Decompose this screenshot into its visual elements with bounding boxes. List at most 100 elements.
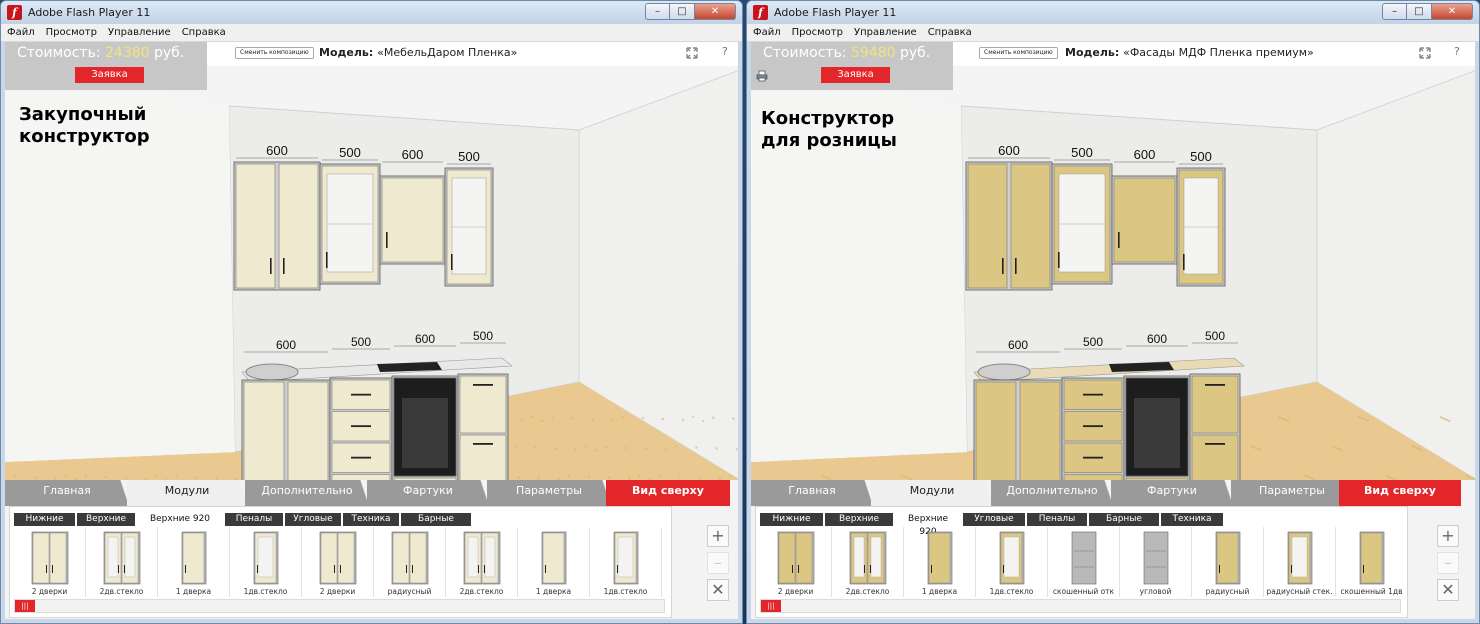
minimize-button[interactable]: –: [645, 3, 670, 20]
remove-module-button[interactable]: –: [1437, 552, 1459, 574]
top-view-button[interactable]: Вид сверху: [606, 480, 730, 506]
model-info: Модель: «МебельДаром Пленка»: [319, 46, 517, 59]
cost-display: Стоимость: 24380 руб.: [17, 45, 184, 61]
module-thumbnail-label: 1дв.стекло: [243, 587, 288, 596]
delete-module-button[interactable]: ✕: [707, 579, 729, 601]
tab-params[interactable]: Параметры: [487, 480, 611, 506]
lower-dimension-label: 600: [415, 332, 435, 346]
subtab-module-category[interactable]: Верхние 920: [895, 513, 961, 537]
minimize-button[interactable]: –: [1382, 3, 1407, 20]
help-icon[interactable]: ?: [1454, 45, 1460, 58]
subtab-module-category[interactable]: Барные стойки: [1089, 513, 1159, 537]
module-thumbnail[interactable]: 2дв.стекло: [832, 527, 904, 597]
module-thumbnail-icon: [391, 531, 428, 585]
module-thumbnail[interactable]: 2дв.стекло: [86, 527, 158, 597]
caption-line: Конструктор: [761, 108, 895, 129]
module-thumbnail[interactable]: радиусный: [1192, 527, 1264, 597]
module-thumbnail[interactable]: 1дв.стекло: [976, 527, 1048, 597]
tab-main[interactable]: Главная: [751, 480, 873, 506]
subtab-module-category[interactable]: Верхние 720: [825, 513, 893, 537]
module-thumbnail[interactable]: 1дв.стекло: [230, 527, 302, 597]
print-icon[interactable]: [756, 70, 768, 82]
menu-item-file[interactable]: Файл: [7, 27, 35, 38]
menu-item-control[interactable]: Управление: [108, 27, 171, 38]
delete-module-button[interactable]: ✕: [1437, 579, 1459, 601]
app-content: 600 500 600 500 600 500 600 500 Конструктор для р…: [751, 42, 1475, 619]
fullscreen-icon[interactable]: [686, 47, 698, 59]
module-thumbnail[interactable]: 2 дверки: [302, 527, 374, 597]
subtab-module-category[interactable]: Угловые: [963, 513, 1025, 526]
menu-item-file[interactable]: Файл: [753, 27, 781, 38]
subtab-module-category[interactable]: Угловые: [285, 513, 341, 526]
menu-item-view[interactable]: Просмотр: [792, 27, 843, 38]
module-thumbnail-label: 2 дверки: [319, 587, 356, 596]
module-thumbnail[interactable]: 2дв.стекло: [446, 527, 518, 597]
menu-item-help[interactable]: Справка: [928, 27, 972, 38]
module-thumbnail[interactable]: 2 дверки: [14, 527, 86, 597]
tab-params[interactable]: Параметры: [1231, 480, 1353, 506]
change-composition-button[interactable]: Сменить композицию: [235, 47, 314, 59]
module-thumbnail-icon: [999, 531, 1024, 585]
tab-modules[interactable]: Модули: [127, 480, 247, 506]
tab-extra[interactable]: Дополнительно: [991, 480, 1113, 506]
model-value: «МебельДаром Пленка»: [377, 46, 518, 59]
module-thumbnail[interactable]: скошенный отк: [1048, 527, 1120, 597]
maximize-button[interactable]: □: [670, 3, 695, 20]
thumbnails-scrollbar[interactable]: |||: [760, 599, 1401, 613]
module-thumbnail-icon: [541, 531, 566, 585]
tab-modules[interactable]: Модули: [871, 480, 993, 506]
module-thumbnail[interactable]: 1 дверка: [904, 527, 976, 597]
module-thumbnail[interactable]: радиусный стек.: [1264, 527, 1336, 597]
cost-currency: руб.: [895, 45, 931, 61]
module-thumbnail[interactable]: 1 дверка: [518, 527, 590, 597]
module-thumbnail-label: 1дв.стекло: [989, 587, 1034, 596]
add-module-button[interactable]: +: [707, 525, 729, 547]
app-content: 600 500 600 500 600 500 600 500 Закупочный констр…: [5, 42, 738, 619]
order-button[interactable]: Заявка: [75, 67, 144, 83]
module-thumbnails: 2 дверки 2дв.стекло 1 дверка 1дв.стекло скош…: [760, 527, 1403, 597]
lower-dimension-label: 500: [473, 329, 493, 343]
subtab-module-category[interactable]: Барные стойки: [401, 513, 471, 537]
module-thumbnail[interactable]: угловой: [1120, 527, 1192, 597]
module-thumbnail-label: угловой: [1139, 587, 1172, 596]
subtab-module-category[interactable]: Верхние 920: [137, 513, 223, 526]
lower-dimension-label: 600: [1147, 332, 1167, 346]
change-composition-button[interactable]: Сменить композицию: [979, 47, 1058, 59]
subtab-module-category[interactable]: Нижние: [14, 513, 75, 526]
module-thumbnail[interactable]: 2 дверки: [760, 527, 832, 597]
subtab-module-category[interactable]: Техника: [1161, 513, 1223, 526]
remove-module-button[interactable]: –: [707, 552, 729, 574]
maximize-button[interactable]: □: [1407, 3, 1432, 20]
tab-extra[interactable]: Дополнительно: [245, 480, 369, 506]
subtab-module-category[interactable]: Пеналы: [1027, 513, 1087, 526]
fullscreen-icon[interactable]: [1419, 47, 1431, 59]
add-module-button[interactable]: +: [1437, 525, 1459, 547]
module-thumbnail[interactable]: 1дв.стекло: [590, 527, 662, 597]
module-category-tabs: НижниеВерхние 720Верхние 920УгловыеПенал…: [760, 513, 1225, 537]
close-window-button[interactable]: ✕: [1432, 3, 1473, 20]
subtab-module-category[interactable]: Верхние 720: [77, 513, 135, 537]
menu-item-view[interactable]: Просмотр: [46, 27, 97, 38]
menu-item-help[interactable]: Справка: [182, 27, 226, 38]
module-thumbnail[interactable]: 1 дверка: [158, 527, 230, 597]
help-icon[interactable]: ?: [722, 45, 728, 58]
module-thumbnail-label: 2 дверки: [31, 587, 68, 596]
close-window-button[interactable]: ✕: [695, 3, 736, 20]
module-thumbnail-label: 2дв.стекло: [99, 587, 144, 596]
scrollbar-thumb[interactable]: |||: [15, 600, 35, 612]
caption-line: конструктор: [19, 126, 150, 147]
thumbnails-scrollbar[interactable]: |||: [14, 599, 665, 613]
module-thumbnail[interactable]: скошенный 1дв: [1336, 527, 1403, 597]
order-button[interactable]: Заявка: [821, 67, 890, 83]
tab-aprons[interactable]: Фартуки: [367, 480, 489, 506]
scrollbar-thumb[interactable]: |||: [761, 600, 781, 612]
subtab-module-category[interactable]: Техника: [343, 513, 399, 526]
tab-main[interactable]: Главная: [5, 480, 129, 506]
top-view-button[interactable]: Вид сверху: [1339, 480, 1461, 506]
menu-item-control[interactable]: Управление: [854, 27, 917, 38]
module-thumbnail[interactable]: радиусный: [374, 527, 446, 597]
tab-aprons[interactable]: Фартуки: [1111, 480, 1233, 506]
subtab-module-category[interactable]: Пеналы: [225, 513, 283, 526]
subtab-module-category[interactable]: Нижние: [760, 513, 823, 526]
main-tabs: Главная Модули Дополнительно Фартуки Парамет…: [5, 480, 738, 506]
